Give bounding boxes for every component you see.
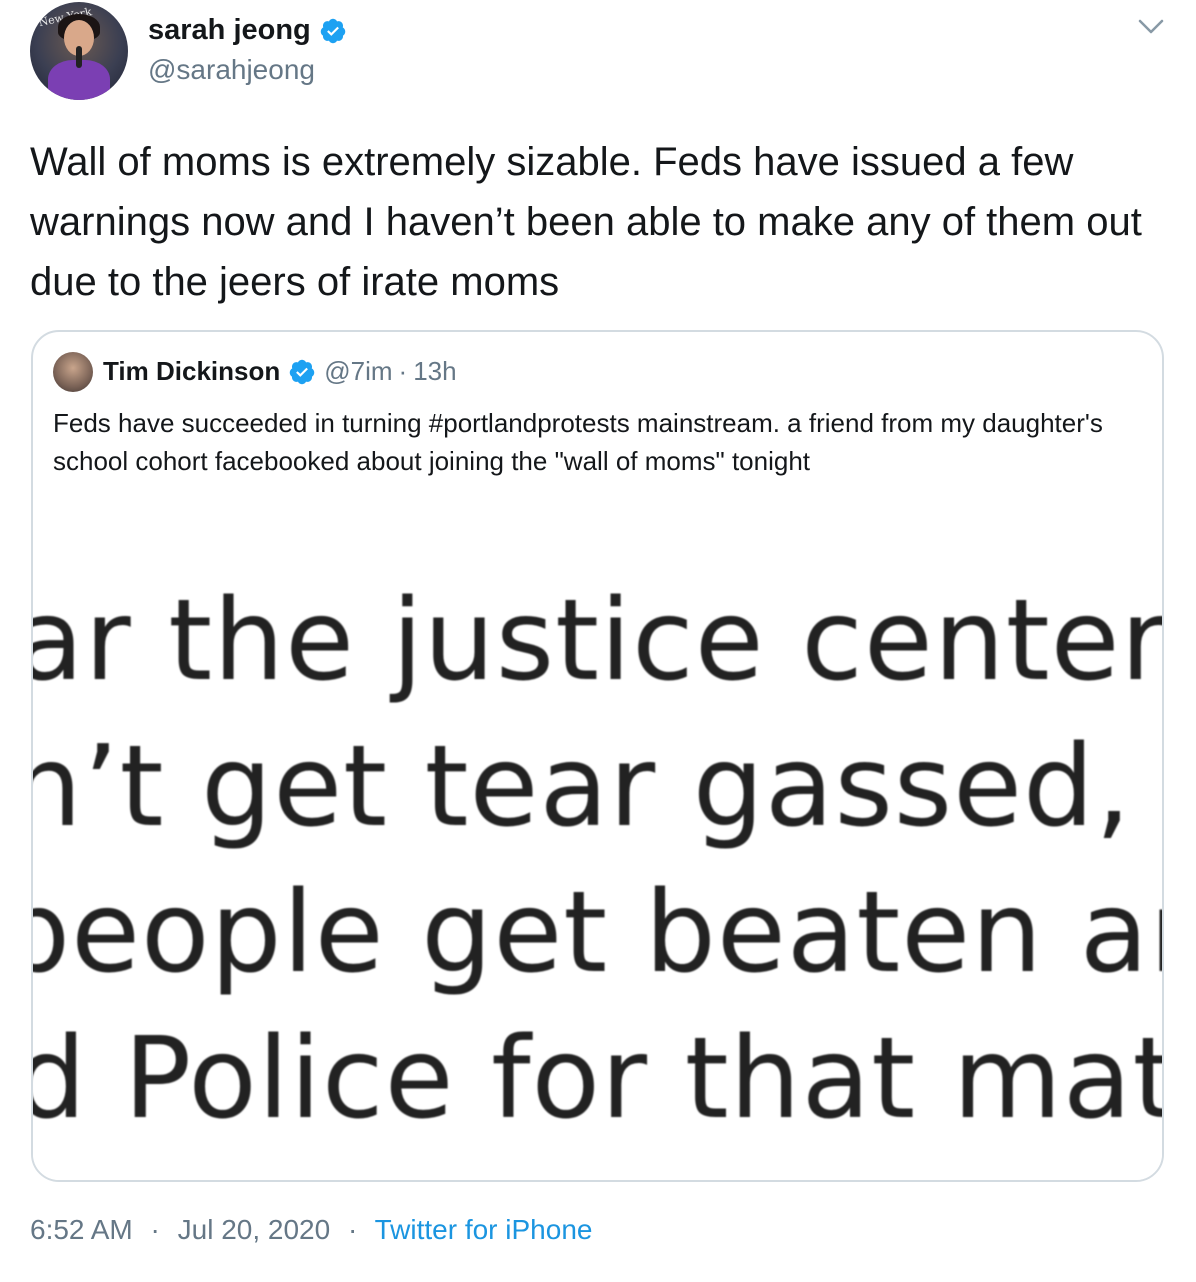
tweet-time[interactable]: 6:52 AM: [30, 1214, 133, 1245]
tweet-date[interactable]: Jul 20, 2020: [178, 1214, 331, 1245]
quoted-author-name: Tim Dickinson: [103, 356, 281, 386]
quoted-tweet-image[interactable]: ar the justice center. I’m n’t get tear …: [33, 542, 1164, 1180]
author-name[interactable]: sarah jeong: [148, 14, 311, 47]
quoted-tweet-text: Feds have succeeded in turning #portland…: [53, 408, 1103, 476]
image-text-line: ar the justice center. I’m: [33, 576, 1164, 706]
verified-badge-icon: [289, 359, 315, 384]
tweet-footer: 6:52 AM · Jul 20, 2020 · Twitter for iPh…: [30, 1214, 592, 1246]
chevron-down-icon[interactable]: [1136, 16, 1166, 38]
quoted-timestamp: 13h: [413, 356, 457, 386]
image-text-line: people get beaten and: [33, 868, 1162, 998]
quoted-tweet-card[interactable]: Tim Dickinson @7im · 13h Feds have succe…: [31, 330, 1164, 1182]
author-handle[interactable]: @sarahjeong: [148, 54, 315, 86]
image-text-line: n’t get tear gassed, but: [33, 722, 1162, 852]
quoted-author-avatar[interactable]: [53, 352, 93, 392]
quoted-author-handle: @7im: [324, 356, 393, 386]
author-avatar[interactable]: New York: [30, 2, 128, 100]
tweet-source-link[interactable]: Twitter for iPhone: [375, 1214, 593, 1245]
footer-separator: ·: [347, 1214, 358, 1245]
author-name-row[interactable]: sarah jeong: [148, 14, 347, 47]
image-text-line: d Police for that matter: [33, 1014, 1164, 1144]
quoted-tweet-header: Tim Dickinson @7im · 13h: [103, 356, 457, 387]
quoted-separator: ·: [398, 356, 408, 386]
verified-badge-icon: [320, 18, 346, 43]
tweet-text: Wall of moms is extremely sizable. Feds …: [30, 140, 1142, 304]
avatar-microphone: [76, 46, 82, 68]
footer-separator: ·: [150, 1214, 160, 1245]
